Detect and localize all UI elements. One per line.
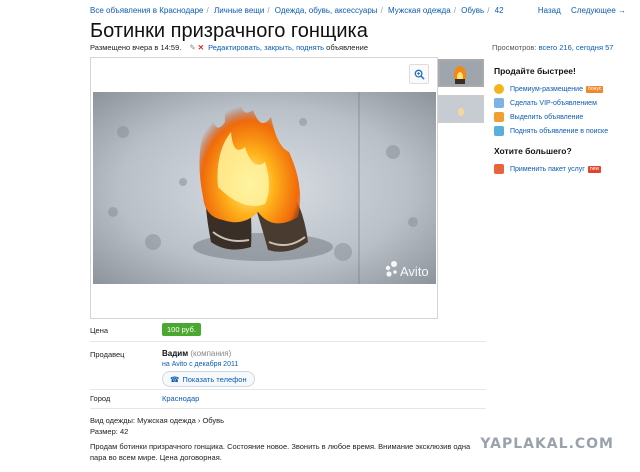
- raise-icon: [494, 126, 504, 136]
- next-link[interactable]: Следующее →: [571, 6, 626, 15]
- burning-boots-image: Avito: [93, 92, 436, 284]
- zoom-icon: [414, 69, 425, 80]
- more-title: Хотите большего?: [494, 146, 572, 156]
- item-params: Вид одежды: Мужская одежда › Обувь Разме…: [90, 415, 224, 437]
- new-badge: new: [587, 165, 601, 173]
- promote-raise[interactable]: Поднять объявление в поиске: [494, 124, 624, 138]
- zoom-button[interactable]: [409, 64, 429, 84]
- star-coin-icon: [494, 84, 504, 94]
- promote-premium-label: Премиум-размещение: [510, 85, 583, 93]
- promote-highlight-label: Выделить объявление: [510, 113, 584, 121]
- promote-title: Продайте быстрее!: [494, 66, 576, 76]
- bonus-badge: бонус: [585, 85, 604, 93]
- clothing-type: Вид одежды: Мужская одежда › Обувь: [90, 416, 225, 425]
- top-navigation: Назад Следующее →: [538, 6, 626, 15]
- promote-premium[interactable]: Премиум-размещение бонус: [494, 82, 624, 96]
- edit-links[interactable]: Редактировать, закрыть, поднять: [208, 43, 324, 52]
- promote-vip-label: Сделать VIP-объявлением: [510, 99, 597, 107]
- seller-role: (компания): [190, 349, 232, 358]
- seller-label: Продавец: [90, 350, 125, 359]
- promote-raise-label: Поднять объявление в поиске: [510, 127, 609, 135]
- city-link[interactable]: Краснодар: [162, 394, 199, 403]
- phone-icon: ☎: [170, 374, 180, 384]
- main-photo[interactable]: Avito: [93, 92, 436, 284]
- seller-name-text: Вадим: [162, 349, 189, 358]
- thumbnail-1[interactable]: [438, 59, 484, 87]
- avito-watermark-text: Avito: [400, 264, 429, 279]
- thumbnail-image: [439, 96, 483, 122]
- thumbnail-2[interactable]: [438, 95, 484, 123]
- listing-meta: Размещено вчера в 14:59. ✎ ✕ Редактироват…: [90, 43, 368, 52]
- close-icon: ✕: [197, 43, 205, 52]
- breadcrumb-item[interactable]: Одежда, обувь, аксессуары: [275, 6, 378, 15]
- promote-highlight[interactable]: Выделить объявление: [494, 110, 624, 124]
- promote-vip[interactable]: Сделать VIP-объявлением: [494, 96, 624, 110]
- pencil-icon: ✎: [189, 43, 196, 52]
- highlight-icon: [494, 112, 504, 122]
- description: Продам ботинки призрачного гонщика. Сост…: [90, 442, 471, 462]
- thumbnail-image: [440, 61, 482, 85]
- breadcrumb-item[interactable]: Все объявления в Краснодаре: [90, 6, 203, 15]
- view-counter: Просмотров: всего 216, сегодня 57: [492, 43, 613, 52]
- apply-package-label: Применить пакет услуг: [510, 165, 585, 173]
- views-label: Просмотров:: [492, 43, 537, 52]
- site-watermark: YAPLAKAL.COM: [480, 436, 614, 452]
- price-value: 100 руб.: [162, 323, 201, 336]
- promote-sidebar: Продайте быстрее! Премиум-размещение бон…: [494, 66, 624, 176]
- breadcrumb-item[interactable]: 42: [495, 6, 504, 15]
- vip-icon: [494, 98, 504, 108]
- breadcrumb-item[interactable]: Мужская одежда: [388, 6, 451, 15]
- divider: [90, 341, 486, 342]
- package-icon: [494, 164, 504, 174]
- breadcrumb-item[interactable]: Личные вещи: [214, 6, 264, 15]
- price-label: Цена: [90, 326, 109, 335]
- breadcrumb: Все объявления в Краснодаре / Личные вещи…: [90, 6, 504, 15]
- page-title: Ботинки призрачного гонщика: [90, 20, 368, 42]
- back-link[interactable]: Назад: [538, 6, 561, 15]
- show-phone-label: Показать телефон: [182, 374, 247, 384]
- views-value[interactable]: всего 216, сегодня 57: [539, 43, 614, 52]
- divider: [90, 389, 486, 390]
- seller-since: на Avito с декабря 2011: [162, 361, 239, 368]
- thumbnail-strip: [438, 59, 484, 131]
- city-label: Город: [90, 394, 111, 403]
- posted-date: Размещено вчера в 14:59.: [90, 43, 182, 52]
- breadcrumb-item[interactable]: Обувь: [461, 6, 484, 15]
- photo-gallery: Avito: [90, 57, 438, 319]
- meta-tail: объявление: [326, 43, 368, 52]
- size: Размер: 42: [90, 427, 129, 436]
- divider: [90, 408, 486, 409]
- seller-name: Вадим (компания): [162, 349, 231, 358]
- apply-package[interactable]: Применить пакет услуг new: [494, 162, 624, 176]
- show-phone-button[interactable]: ☎ Показать телефон: [162, 371, 255, 387]
